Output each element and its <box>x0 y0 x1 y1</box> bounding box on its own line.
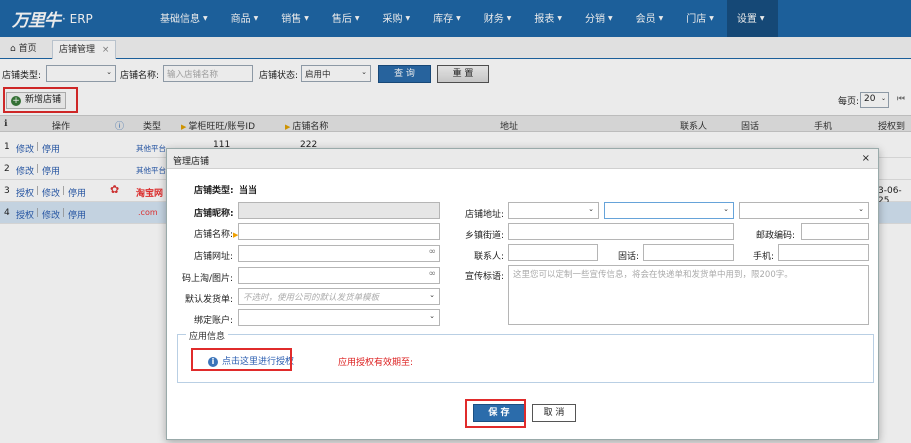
store-nickname-label: 店铺昵称: <box>194 209 234 219</box>
default-template-select[interactable]: 不选时，使用公司的默认发货单模板 ⌄ <box>238 288 440 305</box>
close-icon[interactable]: × <box>862 153 870 164</box>
province-select[interactable]: ⌄ <box>508 202 599 219</box>
app-info-legend: 应用信息 <box>186 329 229 342</box>
qr-image-label: 码上淘/图片: <box>182 274 234 284</box>
chevron-down-icon: ⌄ <box>429 291 435 299</box>
link-icon: ∞ <box>428 247 437 257</box>
chevron-down-icon: ⌄ <box>429 312 435 320</box>
slogan-label: 宣传标语: <box>465 272 505 282</box>
manage-store-dialog: 管理店铺 × 店铺类型: 当当 店铺昵称: 店铺名称:▶ 店铺网址: ∞ 码上淘… <box>166 148 879 440</box>
store-url-label: 店铺网址: <box>194 252 234 262</box>
default-template-label: 默认发货单: <box>185 295 234 305</box>
store-type-label: 店铺类型: <box>194 186 234 196</box>
contact-label: 联系人: <box>474 252 505 262</box>
dialog-header: 管理店铺 × <box>167 149 878 169</box>
street-input[interactable] <box>508 223 734 240</box>
link-icon: ∞ <box>428 269 437 279</box>
store-name-label-text: 店铺名称: <box>194 230 234 240</box>
dialog-title: 管理店铺 <box>173 157 210 167</box>
store-address-label: 店铺地址: <box>465 210 505 220</box>
mobile-input[interactable] <box>778 244 869 261</box>
auth-expire-label: 应用授权有效期至: <box>338 358 414 368</box>
store-name-input[interactable] <box>238 223 440 240</box>
chevron-down-icon: ⌄ <box>588 205 594 213</box>
contact-input[interactable] <box>508 244 598 261</box>
store-name-label: 店铺名称:▶ <box>194 227 238 240</box>
mobile-label: 手机: <box>753 252 775 262</box>
street-label: 乡镇街道: <box>465 231 505 241</box>
slogan-textarea[interactable]: 这里您可以定制一些宣传信息，将会在快递单和发货单中用到，限200字。 <box>508 265 869 325</box>
cancel-button[interactable]: 取 消 <box>532 404 576 422</box>
qr-image-input[interactable]: ∞ <box>238 267 440 284</box>
store-type-value: 当当 <box>239 186 258 196</box>
postcode-label: 邮政编码: <box>756 231 796 241</box>
store-nickname-input[interactable] <box>238 202 440 219</box>
default-template-placeholder: 不选时，使用公司的默认发货单模板 <box>243 293 380 303</box>
phone-label: 固话: <box>618 252 640 262</box>
chevron-down-icon: ⌄ <box>858 205 864 213</box>
district-select[interactable]: ⌄ <box>739 202 869 219</box>
store-url-input[interactable]: ∞ <box>238 245 440 262</box>
postcode-input[interactable] <box>801 223 869 240</box>
city-select[interactable]: ⌄ <box>604 202 734 219</box>
highlight-box-save <box>465 399 526 428</box>
bind-account-select[interactable]: ⌄ <box>238 309 440 326</box>
phone-input[interactable] <box>643 244 734 261</box>
highlight-box-auth <box>191 348 292 371</box>
chevron-down-icon: ⌄ <box>723 205 729 213</box>
bind-account-label: 绑定账户: <box>194 316 234 326</box>
